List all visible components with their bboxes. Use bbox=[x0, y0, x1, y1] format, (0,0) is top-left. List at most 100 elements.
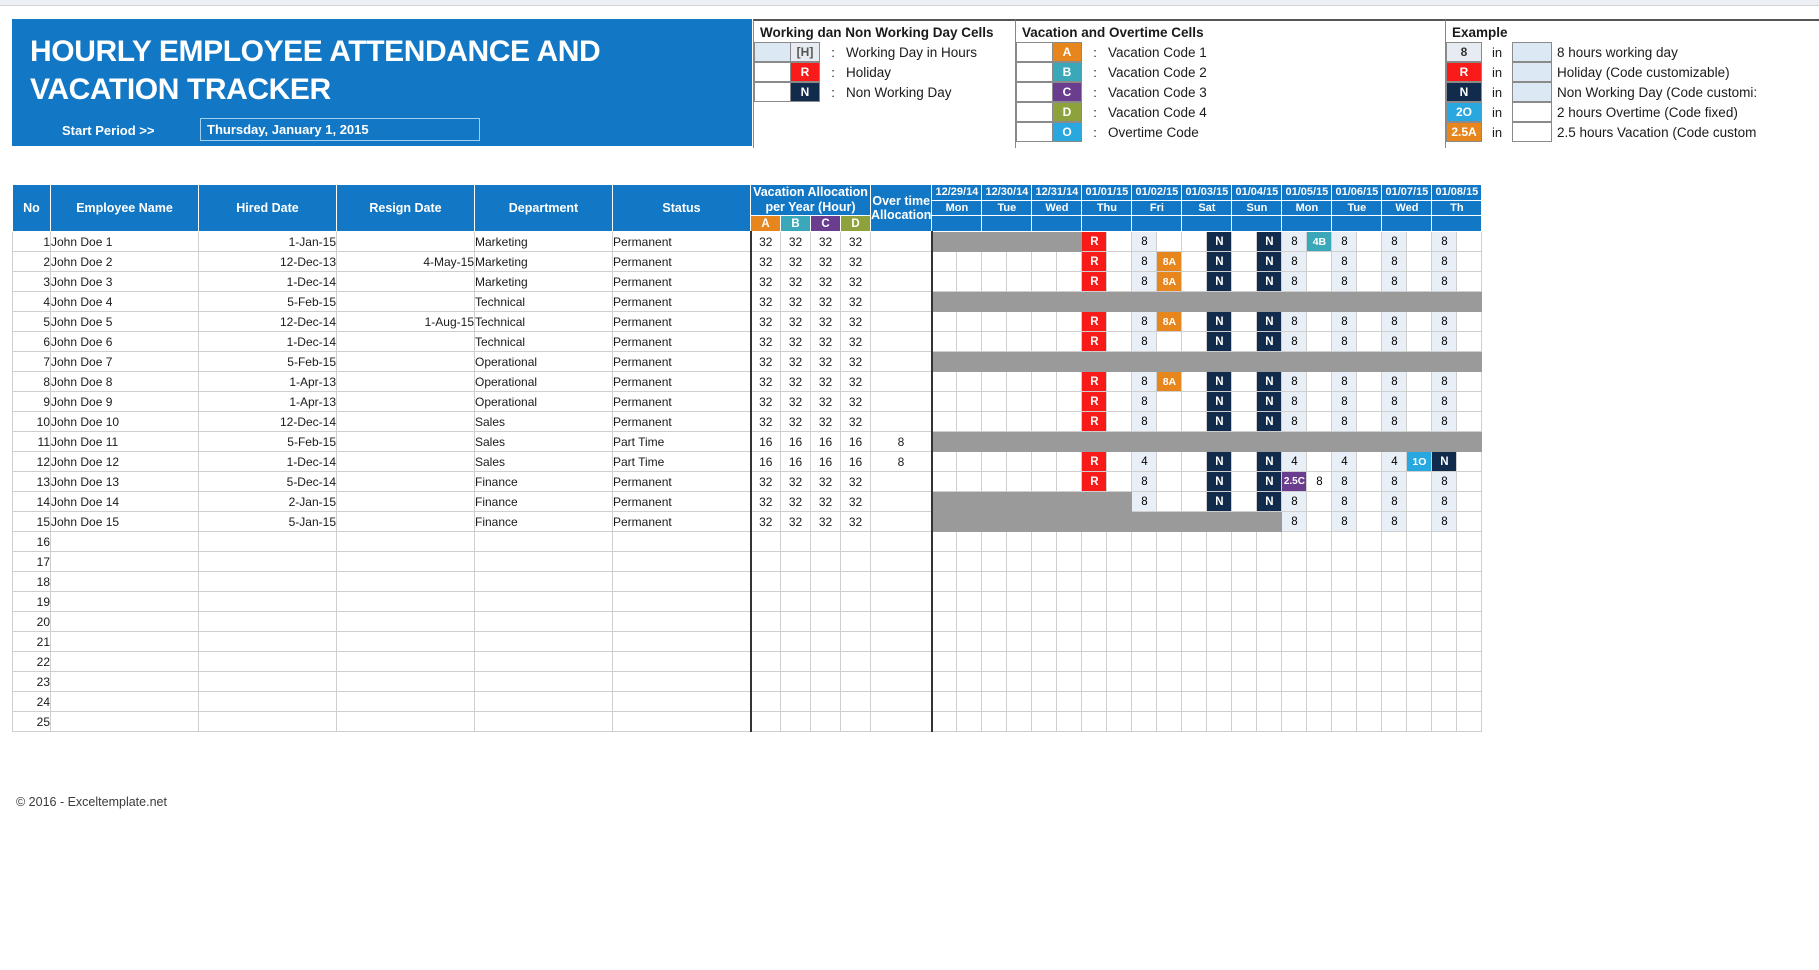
cell-employee-name[interactable]: John Doe 12 bbox=[50, 451, 199, 472]
cell-alloc-a[interactable] bbox=[750, 631, 781, 652]
cell-no[interactable]: 2 bbox=[12, 251, 51, 272]
cell-alloc-c[interactable]: 32 bbox=[810, 391, 841, 412]
cell-day-code[interactable] bbox=[1006, 331, 1033, 352]
cell-day-hours[interactable]: 8 bbox=[1431, 511, 1458, 532]
cell-alloc-c[interactable]: 16 bbox=[810, 431, 841, 452]
cell-alloc-a[interactable]: 32 bbox=[750, 371, 781, 392]
cell-day-code[interactable] bbox=[1456, 611, 1483, 632]
cell-status[interactable]: Permanent bbox=[612, 331, 752, 352]
cell-day-hours[interactable] bbox=[981, 571, 1008, 592]
cell-alloc-d[interactable]: 32 bbox=[840, 251, 871, 272]
cell-day-code[interactable]: N bbox=[1256, 331, 1283, 352]
cell-day-hours[interactable]: 8 bbox=[1381, 231, 1408, 252]
cell-hired-date[interactable]: 1-Dec-14 bbox=[198, 331, 337, 352]
cell-day-hours[interactable] bbox=[931, 591, 958, 612]
cell-hired-date[interactable]: 12-Dec-14 bbox=[198, 311, 337, 332]
cell-day-code[interactable] bbox=[1206, 671, 1233, 692]
cell-day-code[interactable]: N bbox=[1206, 411, 1233, 432]
cell-day-hours[interactable] bbox=[1231, 451, 1258, 472]
cell-hired-date[interactable]: 12-Dec-13 bbox=[198, 251, 337, 272]
cell-resign-date[interactable] bbox=[336, 231, 475, 252]
cell-day-code[interactable] bbox=[1406, 331, 1433, 352]
cell-day-hours[interactable] bbox=[1331, 671, 1358, 692]
cell-day-code[interactable] bbox=[1356, 571, 1383, 592]
cell-day-code[interactable] bbox=[1056, 271, 1083, 292]
cell-day-code[interactable] bbox=[1406, 251, 1433, 272]
cell-day-hours[interactable]: 8 bbox=[1381, 251, 1408, 272]
cell-overtime-allocation[interactable] bbox=[869, 391, 933, 412]
cell-day-code[interactable] bbox=[1056, 311, 1083, 332]
cell-hired-date[interactable]: 1-Dec-14 bbox=[198, 451, 337, 472]
cell-alloc-c[interactable] bbox=[810, 531, 841, 552]
cell-department[interactable]: Operational bbox=[474, 351, 613, 372]
cell-alloc-d[interactable]: 32 bbox=[840, 311, 871, 332]
cell-alloc-d[interactable] bbox=[840, 671, 871, 692]
cell-day-hours[interactable] bbox=[1281, 711, 1308, 732]
cell-day-code[interactable] bbox=[1056, 571, 1083, 592]
cell-day-hours[interactable] bbox=[1081, 691, 1108, 712]
cell-day-hours[interactable]: R bbox=[1081, 331, 1108, 352]
cell-alloc-d[interactable] bbox=[840, 611, 871, 632]
cell-alloc-d[interactable]: 32 bbox=[840, 371, 871, 392]
table-row[interactable]: 9 John Doe 9 1-Apr-13 Operational Permanent 3… bbox=[12, 391, 1483, 412]
cell-status[interactable] bbox=[612, 711, 752, 732]
cell-day-hours[interactable] bbox=[931, 271, 958, 292]
cell-day-code[interactable] bbox=[1156, 691, 1183, 712]
start-period-input[interactable]: Thursday, January 1, 2015 bbox=[200, 118, 480, 141]
cell-resign-date[interactable] bbox=[336, 711, 475, 732]
cell-resign-date[interactable] bbox=[336, 671, 475, 692]
cell-alloc-b[interactable] bbox=[780, 571, 811, 592]
cell-overtime-allocation[interactable] bbox=[869, 591, 933, 612]
cell-day-code[interactable] bbox=[1006, 471, 1033, 492]
cell-hired-date[interactable] bbox=[198, 691, 337, 712]
cell-day-code[interactable] bbox=[1306, 571, 1333, 592]
cell-day-hours[interactable] bbox=[1181, 271, 1208, 292]
cell-day-hours[interactable] bbox=[1181, 491, 1208, 512]
cell-status[interactable]: Permanent bbox=[612, 311, 752, 332]
cell-alloc-b[interactable]: 32 bbox=[780, 231, 811, 252]
cell-day-code[interactable]: 1O bbox=[1406, 451, 1433, 472]
cell-day-hours[interactable] bbox=[1031, 611, 1058, 632]
cell-day-hours[interactable] bbox=[1081, 531, 1108, 552]
cell-day-code[interactable] bbox=[1006, 311, 1033, 332]
cell-day-code[interactable] bbox=[1456, 471, 1483, 492]
cell-employee-name[interactable]: John Doe 8 bbox=[50, 371, 199, 392]
cell-alloc-a[interactable] bbox=[750, 671, 781, 692]
cell-day-code[interactable] bbox=[1006, 371, 1033, 392]
cell-alloc-c[interactable]: 32 bbox=[810, 511, 841, 532]
cell-day-code[interactable] bbox=[956, 371, 983, 392]
cell-no[interactable]: 20 bbox=[12, 611, 51, 632]
cell-day-code[interactable] bbox=[1056, 671, 1083, 692]
cell-day-code[interactable] bbox=[956, 391, 983, 412]
cell-day-hours[interactable]: 8 bbox=[1281, 251, 1308, 272]
cell-department[interactable]: Marketing bbox=[474, 271, 613, 292]
cell-day-hours[interactable] bbox=[1231, 471, 1258, 492]
cell-no[interactable]: 23 bbox=[12, 671, 51, 692]
cell-day-hours[interactable] bbox=[1031, 571, 1058, 592]
cell-day-code[interactable] bbox=[1106, 451, 1133, 472]
cell-resign-date[interactable] bbox=[336, 691, 475, 712]
table-row[interactable]: 19 bbox=[12, 591, 1483, 612]
cell-status[interactable] bbox=[612, 691, 752, 712]
cell-day-code[interactable] bbox=[1006, 651, 1033, 672]
cell-resign-date[interactable]: 1-Aug-15 bbox=[336, 311, 475, 332]
cell-department[interactable]: Sales bbox=[474, 431, 613, 452]
cell-department[interactable]: Finance bbox=[474, 511, 613, 532]
cell-alloc-b[interactable]: 32 bbox=[780, 271, 811, 292]
cell-day-hours[interactable]: R bbox=[1081, 311, 1108, 332]
cell-overtime-allocation[interactable] bbox=[869, 331, 933, 352]
cell-day-hours[interactable] bbox=[1081, 611, 1108, 632]
table-row[interactable]: 6 John Doe 6 1-Dec-14 Technical Permanent 32 3… bbox=[12, 331, 1483, 352]
cell-alloc-a[interactable]: 32 bbox=[750, 471, 781, 492]
cell-day-code[interactable] bbox=[1356, 691, 1383, 712]
cell-department[interactable]: Marketing bbox=[474, 231, 613, 252]
cell-alloc-b[interactable]: 32 bbox=[780, 371, 811, 392]
cell-hired-date[interactable] bbox=[198, 671, 337, 692]
cell-day-hours[interactable]: 4 bbox=[1381, 451, 1408, 472]
cell-day-code[interactable] bbox=[1056, 451, 1083, 472]
cell-alloc-c[interactable] bbox=[810, 631, 841, 652]
cell-alloc-d[interactable]: 32 bbox=[840, 491, 871, 512]
cell-alloc-b[interactable] bbox=[780, 711, 811, 732]
cell-day-code[interactable]: N bbox=[1256, 311, 1283, 332]
cell-day-code[interactable] bbox=[956, 311, 983, 332]
